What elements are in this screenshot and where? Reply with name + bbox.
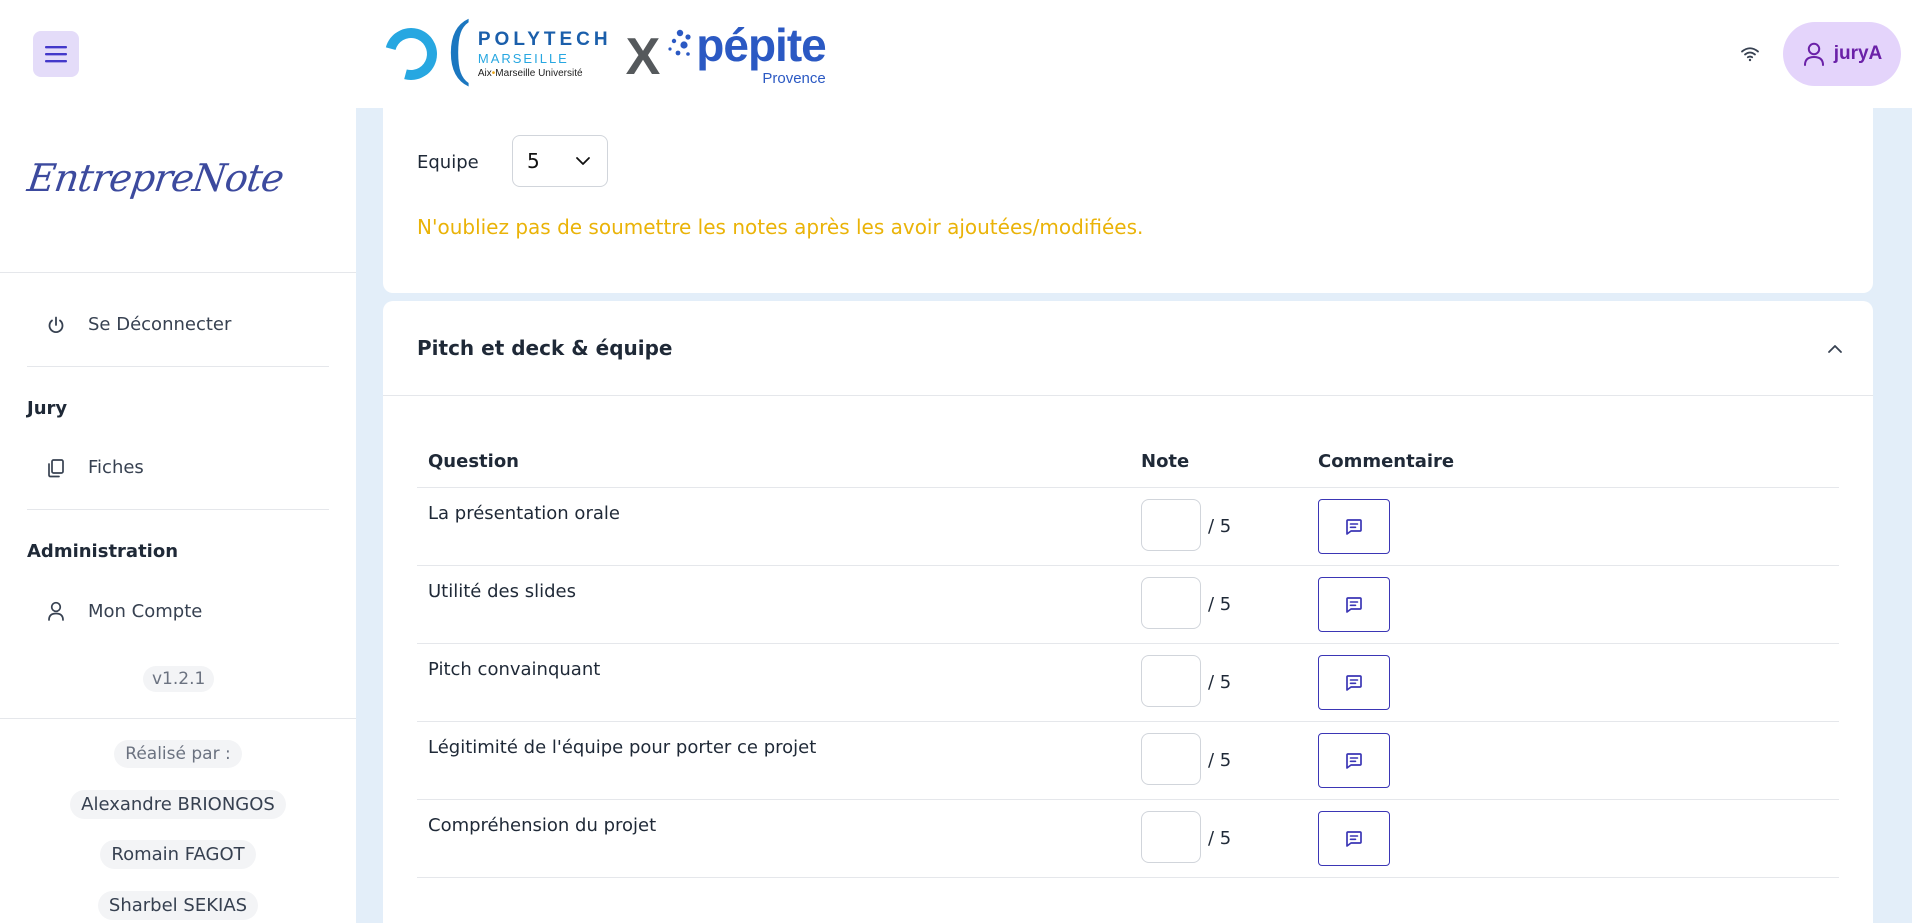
equipe-label: Equipe [417,152,479,173]
note-max: / 5 [1208,750,1232,771]
note-max: / 5 [1208,828,1232,849]
comment-button[interactable] [1318,655,1390,710]
section-title: Pitch et deck & équipe [417,336,673,360]
question-text: La présentation orale [428,503,620,524]
question-text: Pitch convainquant [428,659,601,680]
polytech-logo: POLYTECH MARSEILLE Aix•Marseille Univers… [478,30,612,79]
table-row: Compréhension du projet / 5 [417,800,1839,878]
user-icon [1803,42,1824,66]
equipe-select[interactable]: 5 [512,135,608,187]
pepite-wordmark: pépite [696,18,826,71]
comment-icon [1346,674,1362,691]
user-outline-icon [48,601,64,621]
section-header[interactable]: Pitch et deck & équipe [383,301,1873,396]
sidebar-divider [0,272,356,273]
user-name: juryA [1833,43,1883,64]
comment-button[interactable] [1318,577,1390,632]
credits-label: Réalisé par : [0,740,356,768]
sidebar-divider [27,509,329,510]
app-version: v1.2.1 [143,666,215,692]
note-input[interactable] [1141,733,1201,785]
note-max: / 5 [1208,594,1232,615]
chevron-up-icon[interactable] [1825,339,1845,359]
polytech-logo-mark [375,18,447,90]
sidebar-divider [27,366,329,367]
sidebar-item-logout[interactable]: Se Déconnecter [46,314,231,335]
table-row: Utilité des slides / 5 [417,566,1839,644]
sidebar-section-administration: Administration [27,541,179,562]
amu-aix: Aix [477,67,492,79]
criteria-section-card: Pitch et deck & équipe Question Note Com… [383,301,1873,923]
question-text: Compréhension du projet [428,815,657,836]
top-header: ( POLYTECH MARSEILLE Aix•Marseille Unive… [0,0,1912,108]
note-max: / 5 [1208,672,1232,693]
app-brand: EntrepreNote [24,156,287,200]
note-input[interactable] [1141,811,1201,863]
pepite-region: Provence [762,69,826,87]
comment-icon [1346,596,1362,613]
sidebar-item-fiches[interactable]: Fiches [46,457,144,478]
equipe-select-value: 5 [527,149,540,173]
wifi-icon [1741,47,1759,62]
sidebar-item-account[interactable]: Mon Compte [46,600,202,622]
sidebar-item-label: Se Déconnecter [88,314,232,335]
comment-button[interactable] [1318,733,1390,788]
logo-separator: X [625,28,661,86]
polytech-logo-city: MARSEILLE [477,50,569,66]
team-selection-card: Equipe 5 N'oubliez pas de soumettre les … [383,108,1873,293]
credit-chip: Romain FAGOT [100,840,256,869]
sidebar-item-label: Mon Compte [88,600,203,622]
note-max: / 5 [1208,516,1232,537]
credit-chip: Sharbel SEKIAS [97,891,259,920]
note-input[interactable] [1141,499,1201,551]
amu-rest: Marseille Université [495,67,583,79]
polytech-logo-title: POLYTECH [477,28,612,50]
polytech-logo-university: Aix•Marseille Université [477,67,583,79]
comment-icon [1346,518,1362,535]
question-text: Légitimité de l'équipe pour porter ce pr… [428,737,817,758]
table-row: Pitch convainquant / 5 [417,644,1839,722]
power-icon [48,316,64,333]
table-row: La présentation orale / 5 [417,488,1839,566]
comment-icon [1346,830,1362,847]
sidebar-divider [0,718,356,719]
sidebar-item-label: Fiches [88,457,144,478]
table-row: Légitimité de l'équipe pour porter ce pr… [417,722,1839,800]
credit-name: Romain FAGOT [0,840,356,869]
pepite-dots-icon [668,29,691,56]
chevron-down-icon [576,157,590,165]
user-menu-button[interactable]: juryA [1783,22,1901,86]
menu-button[interactable] [33,31,79,77]
main-content: Equipe 5 N'oubliez pas de soumettre les … [356,108,1912,923]
comment-icon [1346,752,1362,769]
note-input[interactable] [1141,577,1201,629]
comment-button[interactable] [1318,499,1390,554]
polytech-logo-bracket: ( [445,7,474,93]
note-input[interactable] [1141,655,1201,707]
credit-name: Sharbel SEKIAS [0,891,356,920]
pepite-logo: pépite Provence [666,18,827,87]
column-header-comment: Commentaire [1318,451,1455,472]
sidebar: EntrepreNote Se Déconnecter Jury Fiches … [0,108,356,923]
submit-warning: N'oubliez pas de soumettre les notes apr… [417,215,1144,239]
credit-chip: Alexandre BRIONGOS [70,790,286,819]
credit-name: Alexandre BRIONGOS [0,790,356,819]
menu-icon [45,46,67,63]
partner-logos: ( POLYTECH MARSEILLE Aix•Marseille Unive… [375,13,827,90]
column-header-note: Note [1141,451,1190,472]
column-header-question: Question [428,451,519,472]
comment-button[interactable] [1318,811,1390,866]
question-text: Utilité des slides [428,581,576,602]
sidebar-section-jury: Jury [27,398,68,419]
documents-icon [48,458,64,477]
credits-label-chip: Réalisé par : [114,740,242,768]
